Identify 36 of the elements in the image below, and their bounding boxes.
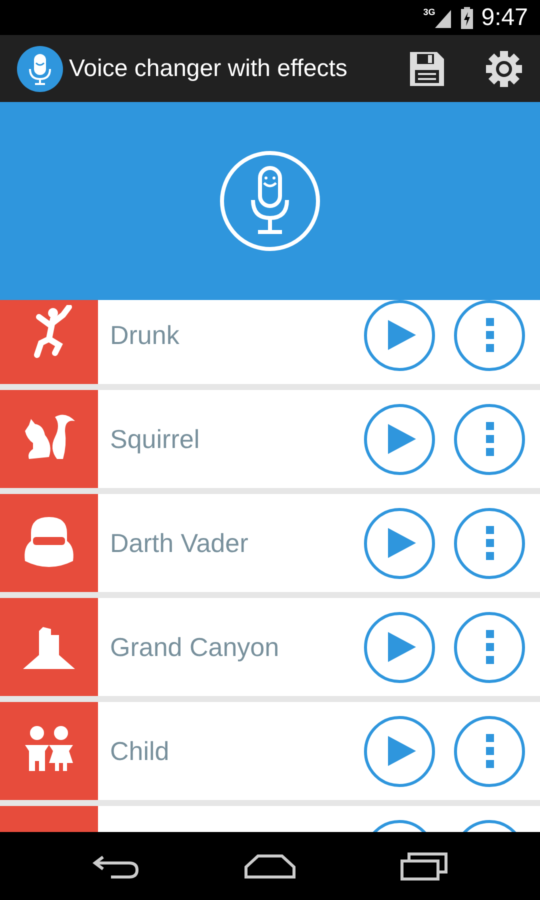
- more-options-button[interactable]: [454, 300, 525, 370]
- network-label: 3G: [423, 8, 436, 16]
- play-icon: [388, 424, 416, 454]
- play-button[interactable]: [364, 300, 435, 370]
- more-options-button[interactable]: [454, 404, 525, 474]
- more-icon: [486, 318, 494, 352]
- play-button[interactable]: [364, 612, 435, 682]
- more-options-button[interactable]: [454, 612, 525, 682]
- app-title: Voice changer with effects: [69, 54, 348, 84]
- play-button[interactable]: [364, 404, 435, 474]
- more-icon: [486, 526, 494, 560]
- home-icon[interactable]: [243, 853, 297, 879]
- more-options-button[interactable]: [454, 716, 525, 786]
- app-logo-icon: [17, 46, 63, 92]
- more-options-button[interactable]: [454, 508, 525, 578]
- more-icon: [486, 734, 494, 768]
- back-icon[interactable]: [91, 853, 141, 879]
- recents-icon[interactable]: [399, 851, 449, 881]
- play-button[interactable]: [364, 508, 435, 578]
- effect-name: Child: [110, 736, 170, 766]
- play-icon: [388, 736, 416, 766]
- play-button[interactable]: [364, 716, 435, 786]
- more-icon: [486, 422, 494, 456]
- save-icon[interactable]: [410, 52, 444, 86]
- record-button[interactable]: [220, 151, 320, 251]
- effect-name: Grand Canyon: [110, 632, 280, 662]
- more-icon: [486, 630, 494, 664]
- effect-name: Darth Vader: [110, 528, 248, 558]
- effect-name: Drunk: [110, 320, 180, 350]
- play-icon: [388, 320, 416, 350]
- microphone-icon: [250, 166, 290, 236]
- battery-icon: [461, 6, 474, 28]
- clock-time: 9:47: [481, 2, 528, 32]
- play-icon: [388, 528, 416, 558]
- play-icon: [388, 632, 416, 662]
- effect-name: Squirrel: [110, 424, 200, 454]
